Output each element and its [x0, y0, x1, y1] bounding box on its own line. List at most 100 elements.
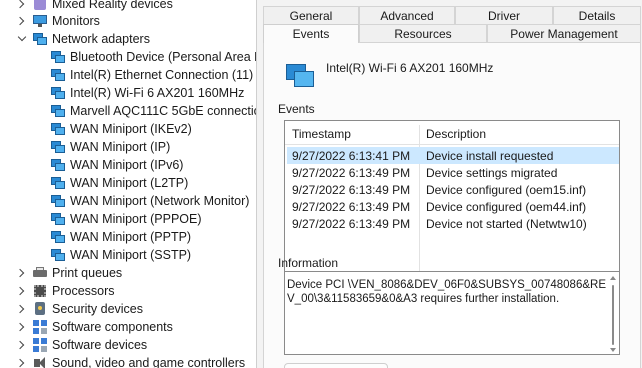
tab-resources[interactable]: Resources: [359, 24, 487, 42]
header-divider: [285, 144, 619, 145]
network-adapter-icon: [286, 61, 316, 89]
table-row[interactable]: 9/27/2022 6:13:49 PM Device configured (…: [287, 198, 619, 215]
event-timestamp: 9/27/2022 6:13:41 PM: [292, 149, 411, 163]
tree-item-wan-network-monitor[interactable]: WAN Miniport (Network Monitor): [50, 192, 249, 210]
device-name: Intel(R) Wi-Fi 6 AX201 160MHz: [326, 61, 494, 75]
tree-item-intel-ethernet[interactable]: Intel(R) Ethernet Connection (11) I2: [50, 66, 256, 84]
network-adapter-icon: [50, 49, 66, 65]
tree-item-wan-ikev2[interactable]: WAN Miniport (IKEv2): [50, 120, 192, 138]
information-box[interactable]: Device PCI \VEN_8086&DEV_06F0&SUBSYS_007…: [284, 271, 620, 355]
software-component-icon: [32, 319, 48, 335]
tree-item-intel-wifi[interactable]: Intel(R) Wi-Fi 6 AX201 160MHz: [50, 84, 244, 102]
tree-item-label: WAN Miniport (L2TP): [70, 176, 189, 190]
chevron-right-icon[interactable]: [16, 357, 28, 368]
network-adapter-icon: [50, 175, 66, 191]
network-adapter-icon: [50, 85, 66, 101]
mixed-reality-icon: [32, 0, 48, 12]
tab-events[interactable]: Events: [263, 24, 359, 43]
information-scrollbar[interactable]: [608, 273, 618, 355]
tree-item-wan-l2tp[interactable]: WAN Miniport (L2TP): [50, 174, 188, 192]
tree-item-label: Intel(R) Wi-Fi 6 AX201 160MHz: [70, 86, 245, 100]
tree-item-bluetooth-device[interactable]: Bluetooth Device (Personal Area Ne: [50, 48, 256, 66]
event-description: Device configured (oem15.inf): [426, 183, 587, 197]
table-row[interactable]: 9/27/2022 6:13:49 PM Device not started …: [287, 215, 619, 232]
processor-icon: [32, 283, 48, 299]
information-label: Information: [278, 256, 339, 270]
event-description: Device not started (Netwtw10): [426, 217, 587, 231]
tree-item-label: Security devices: [52, 302, 144, 316]
chevron-right-icon[interactable]: [16, 339, 28, 351]
network-adapter-icon: [50, 67, 66, 83]
tree-item-wan-pppoe[interactable]: WAN Miniport (PPPOE): [50, 210, 202, 228]
tree-item-label: Software components: [52, 320, 173, 334]
tree-item-wan-ipv6[interactable]: WAN Miniport (IPv6): [50, 156, 183, 174]
tree-item-label: Network adapters: [52, 32, 150, 46]
table-row[interactable]: 9/27/2022 6:13:49 PM Device configured (…: [287, 181, 619, 198]
tree-item-processors[interactable]: Processors: [16, 282, 115, 300]
tree-item-wan-pptp[interactable]: WAN Miniport (PPTP): [50, 228, 191, 246]
event-timestamp: 9/27/2022 6:13:49 PM: [292, 200, 411, 214]
tree-item-label: Sound, video and game controllers: [52, 356, 246, 368]
tree-item-label: Processors: [52, 284, 115, 298]
chevron-right-icon[interactable]: [16, 267, 28, 279]
tab-row-bottom: Events Resources Power Management: [263, 24, 641, 43]
tree-item-print-queues[interactable]: Print queues: [16, 264, 122, 282]
tree-item-label: WAN Miniport (SSTP): [70, 248, 192, 262]
column-header-description[interactable]: Description: [426, 127, 486, 141]
tree-item-network-adapters[interactable]: Network adapters: [16, 30, 150, 48]
network-adapter-icon: [50, 157, 66, 173]
tree-item-security-devices[interactable]: Security devices: [16, 300, 143, 318]
tree-item-sound-video[interactable]: Sound, video and game controllers: [16, 354, 245, 368]
chevron-down-icon[interactable]: [16, 33, 28, 45]
event-timestamp: 9/27/2022 6:13:49 PM: [292, 183, 411, 197]
device-properties-dialog: General Advanced Driver Details Events R…: [256, 0, 642, 368]
tree-item-label: WAN Miniport (PPTP): [70, 230, 192, 244]
tab-details[interactable]: Details: [553, 6, 641, 24]
tree-item-monitors[interactable]: Monitors: [16, 12, 100, 30]
tree-item-label: Intel(R) Ethernet Connection (11) I2: [70, 68, 256, 82]
tab-power-management[interactable]: Power Management: [487, 24, 641, 42]
tree-item-marvell[interactable]: Marvell AQC111C 5GbE connection: [50, 102, 256, 120]
table-row[interactable]: 9/27/2022 6:13:49 PM Device settings mig…: [287, 164, 619, 181]
tree-item-software-components[interactable]: Software components: [16, 318, 173, 336]
event-description: Device settings migrated: [426, 166, 558, 180]
monitor-icon: [32, 13, 48, 29]
scroll-down-arrow-icon[interactable]: [610, 348, 616, 352]
network-adapter-icon: [50, 229, 66, 245]
tree-item-wan-sstp[interactable]: WAN Miniport (SSTP): [50, 246, 191, 264]
network-adapter-icon: [50, 247, 66, 263]
network-adapter-icon: [32, 31, 48, 47]
tree-item-label: WAN Miniport (Network Monitor): [70, 194, 250, 208]
tree-item-label: Mixed Reality devices: [52, 0, 173, 11]
event-timestamp: 9/27/2022 6:13:49 PM: [292, 217, 411, 231]
tree-item-label: Monitors: [52, 14, 100, 28]
chevron-right-icon[interactable]: [16, 303, 28, 315]
event-description: Device configured (oem44.inf): [426, 200, 587, 214]
scroll-up-arrow-icon[interactable]: [610, 276, 616, 280]
chevron-right-icon[interactable]: [16, 285, 28, 297]
tree-item-label: WAN Miniport (IPv6): [70, 158, 184, 172]
tree-item-software-devices[interactable]: Software devices: [16, 336, 147, 354]
information-text: Device PCI \VEN_8086&DEV_06F0&SUBSYS_007…: [287, 279, 606, 305]
tree-item-label: Bluetooth Device (Personal Area Ne: [70, 50, 256, 64]
tab-advanced[interactable]: Advanced: [359, 6, 455, 24]
security-device-icon: [32, 301, 48, 317]
scrollbar-thumb[interactable]: [612, 285, 614, 345]
network-adapter-icon: [50, 121, 66, 137]
device-tree: Mixed Reality devices Monitors Network a…: [0, 0, 256, 368]
chevron-right-icon[interactable]: [16, 321, 28, 333]
sound-icon: [32, 355, 48, 368]
table-row[interactable]: 9/27/2022 6:13:41 PM Device install requ…: [287, 147, 619, 164]
column-header-timestamp[interactable]: Timestamp: [292, 127, 351, 141]
tree-item-wan-ip[interactable]: WAN Miniport (IP): [50, 138, 170, 156]
event-description: Device install requested: [426, 149, 554, 163]
tab-driver[interactable]: Driver: [455, 6, 553, 24]
tab-general[interactable]: General: [263, 6, 359, 24]
tree-item-label: WAN Miniport (IP): [70, 140, 171, 154]
view-all-events-button[interactable]: [284, 363, 388, 368]
network-adapter-icon: [50, 103, 66, 119]
chevron-right-icon[interactable]: [16, 0, 28, 10]
chevron-right-icon[interactable]: [16, 15, 28, 27]
tree-item-label: Print queues: [52, 266, 123, 280]
network-adapter-icon: [50, 193, 66, 209]
